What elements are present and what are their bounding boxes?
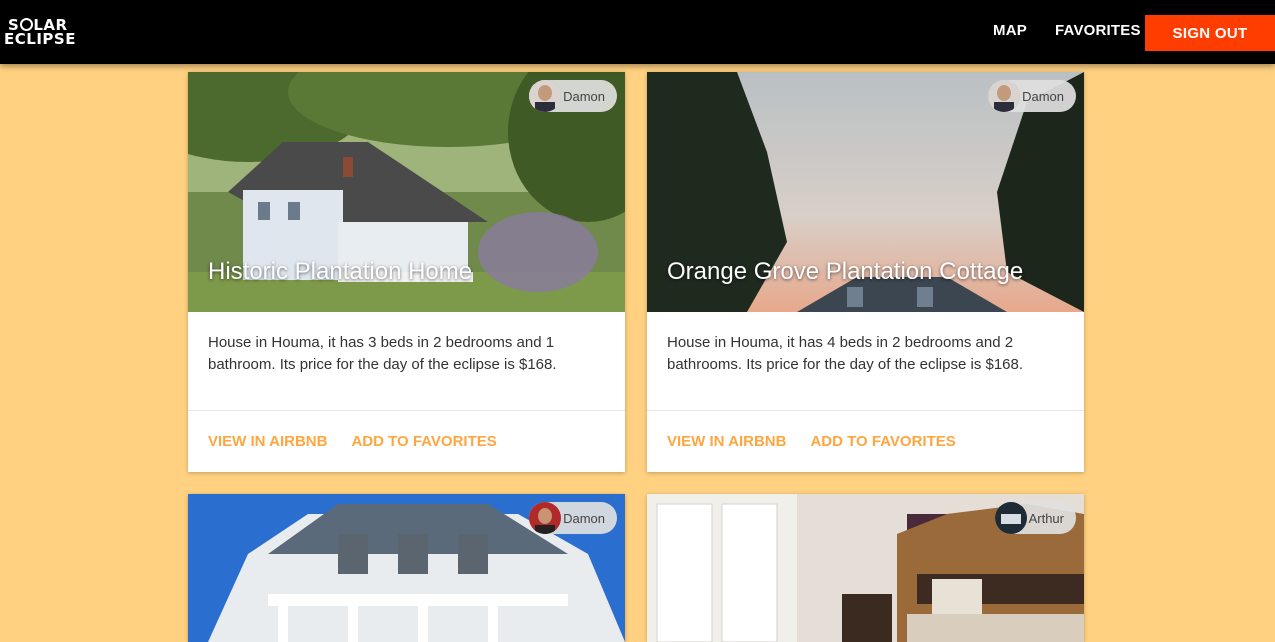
listing-photo[interactable]: Damon <box>188 494 625 642</box>
view-in-airbnb-button[interactable]: VIEW IN AIRBNB <box>667 433 786 450</box>
listing-card: Damon <box>188 494 625 642</box>
host-avatar <box>529 502 562 534</box>
view-in-airbnb-button[interactable]: VIEW IN AIRBNB <box>208 433 327 450</box>
host-name: Damon <box>563 88 605 104</box>
host-chip[interactable]: Damon <box>529 502 617 534</box>
host-chip[interactable]: Arthur <box>994 502 1076 534</box>
card-actions: VIEW IN AIRBNB ADD TO FAVORITES <box>188 410 625 471</box>
host-name: Damon <box>563 510 605 526</box>
host-name: Damon <box>1022 88 1064 104</box>
host-name: Arthur <box>1028 510 1064 526</box>
listing-title: Historic Plantation Home <box>208 258 473 285</box>
listing-card: Orange Grove Plantation Cottage Damon Ho… <box>647 72 1084 472</box>
nav-favorites-link[interactable]: FAVORITES <box>1055 22 1141 39</box>
host-chip[interactable]: Damon <box>529 80 617 112</box>
listing-card: Historic Plantation Home Damon House in … <box>188 72 625 472</box>
listing-card: Arthur <box>647 494 1084 642</box>
sign-out-button[interactable]: SIGN OUT <box>1145 15 1275 51</box>
listing-photo[interactable]: Orange Grove Plantation Cottage Damon <box>647 72 1084 312</box>
card-actions: VIEW IN AIRBNB ADD TO FAVORITES <box>647 410 1084 471</box>
solar-eclipse-logo[interactable]: S LAR ECLIPSE <box>2 16 80 50</box>
app-bar: S LAR ECLIPSE MAP FAVORITES SIGN OUT <box>0 0 1275 64</box>
host-avatar <box>988 80 1021 112</box>
listing-photo[interactable]: Historic Plantation Home Damon <box>188 72 625 312</box>
logo-text-eclipse: ECLIPSE <box>4 30 76 48</box>
nav-map-link[interactable]: MAP <box>993 22 1027 39</box>
listing-photo[interactable]: Arthur <box>647 494 1084 642</box>
host-avatar <box>994 502 1027 534</box>
add-to-favorites-button[interactable]: ADD TO FAVORITES <box>351 433 496 450</box>
host-avatar <box>529 80 562 112</box>
listing-description: House in Houma, it has 3 beds in 2 bedro… <box>208 334 557 373</box>
listing-description: House in Houma, it has 4 beds in 2 bedro… <box>667 334 1024 373</box>
add-to-favorites-button[interactable]: ADD TO FAVORITES <box>810 433 955 450</box>
host-chip[interactable]: Damon <box>988 80 1076 112</box>
listing-title: Orange Grove Plantation Cottage <box>667 258 1024 285</box>
